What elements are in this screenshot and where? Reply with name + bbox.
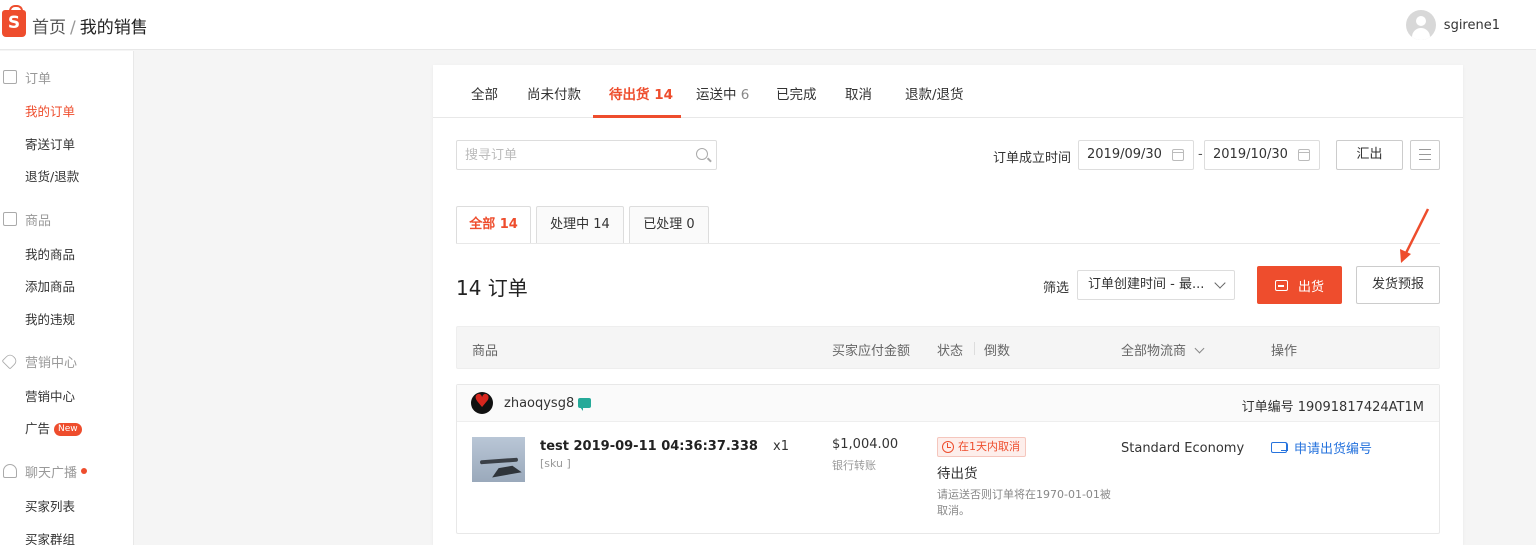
sort-select[interactable]: 订单创建时间 - 最... xyxy=(1077,270,1235,300)
tab-unpaid[interactable]: 尚未付款 xyxy=(527,83,581,103)
status-badge: 在1天内取消 xyxy=(937,437,1026,457)
user-menu[interactable]: sgirene1 xyxy=(1405,10,1500,40)
search-input[interactable] xyxy=(457,141,677,169)
orders-card: 全部 尚未付款 待出货 14 运送中 6 已完成 取消 退款/退货 订单成立时间… xyxy=(433,65,1463,545)
sidebar-item-add-product[interactable]: 添加商品 xyxy=(25,276,75,295)
sidebar: 订单 我的订单 寄送订单 退货/退款 商品 我的商品 添加商品 我的违规 营销中… xyxy=(0,51,134,545)
product-quantity: x1 xyxy=(773,439,789,454)
subtab-all[interactable]: 全部 14 xyxy=(456,206,531,244)
shipping-forecast-button[interactable]: 发货预报 xyxy=(1356,266,1440,304)
product-sku: [sku ] xyxy=(540,457,571,470)
breadcrumb-separator: / xyxy=(70,18,76,38)
product-name: test 2019-09-11 04:36:37.338 xyxy=(540,439,758,454)
chat-icon[interactable] xyxy=(578,398,591,411)
sidebar-item-violations[interactable]: 我的违规 xyxy=(25,309,75,328)
header-amount: 买家应付金额 xyxy=(832,344,911,359)
filter-label: 筛选 xyxy=(1043,281,1070,296)
tab-to-ship[interactable]: 待出货 14 xyxy=(609,83,673,103)
product-thumbnail[interactable] xyxy=(472,437,525,482)
search-icon[interactable] xyxy=(696,148,708,160)
ship-button[interactable]: 出货 xyxy=(1257,266,1342,304)
calendar-icon xyxy=(1172,149,1184,161)
sidebar-item-marketing-center[interactable]: 营销中心 xyxy=(25,386,75,405)
sidebar-item-ads[interactable]: 广告 New xyxy=(25,418,82,437)
sidebar-group-marketing: 营销中心 xyxy=(0,351,77,371)
menu-icon xyxy=(1419,149,1431,161)
subtab-processed[interactable]: 已处理 0 xyxy=(629,206,709,244)
bag-icon xyxy=(3,212,17,226)
order-amount: $1,004.00 xyxy=(832,437,899,452)
shipping-carrier: Standard Economy xyxy=(1121,441,1245,456)
search-box xyxy=(456,140,717,170)
subtab-processing[interactable]: 处理中 14 xyxy=(536,206,624,244)
sidebar-item-returns[interactable]: 退货/退款 xyxy=(25,166,79,185)
truck-icon xyxy=(1271,442,1288,453)
sidebar-item-buyer-groups[interactable]: 买家群组 xyxy=(25,529,75,545)
print-icon xyxy=(1274,279,1288,291)
chevron-down-icon xyxy=(1214,277,1226,289)
status-tabs: 全部 尚未付款 待出货 14 运送中 6 已完成 取消 退款/退货 xyxy=(433,65,1463,118)
header-countdown: 倒数 xyxy=(984,344,1011,359)
tab-completed[interactable]: 已完成 xyxy=(776,83,817,103)
header-action: 操作 xyxy=(1271,344,1298,359)
order-count: 14 订单 xyxy=(456,276,528,300)
header-status: 状态 xyxy=(937,344,964,359)
status-note: 请运送否则订单将在1970-01-01被取消。 xyxy=(937,488,1111,517)
calendar-icon xyxy=(1298,149,1310,161)
sidebar-item-my-orders[interactable]: 我的订单 xyxy=(25,101,75,120)
date-filter-label: 订单成立时间 xyxy=(993,151,1072,166)
carrier-filter[interactable]: 全部物流商 xyxy=(1121,340,1205,359)
apply-tracking-number-link[interactable]: 申请出货编号 xyxy=(1271,438,1372,457)
top-bar: S 首页 / 我的销售 sgirene1 xyxy=(0,0,1536,50)
breadcrumb-current: 我的销售 xyxy=(79,18,148,38)
breadcrumb-home[interactable]: 首页 xyxy=(32,18,66,38)
buyer-avatar[interactable] xyxy=(471,391,493,414)
tab-all[interactable]: 全部 xyxy=(471,83,498,103)
sidebar-item-buyer-list[interactable]: 买家列表 xyxy=(25,496,75,515)
clock-icon xyxy=(942,441,954,453)
payment-method: 银行转账 xyxy=(832,459,876,472)
order-status: 待出货 xyxy=(937,466,978,482)
notification-dot xyxy=(81,468,88,474)
clipboard-icon xyxy=(3,70,17,84)
sidebar-item-shipping-orders[interactable]: 寄送订单 xyxy=(25,134,75,153)
sidebar-group-products: 商品 xyxy=(0,209,51,229)
order-header: zhaoqysg8 订单编号 19091817424AT1M xyxy=(457,385,1439,422)
export-button[interactable]: 汇出 xyxy=(1336,140,1403,170)
sidebar-item-my-products[interactable]: 我的商品 xyxy=(25,244,75,263)
buyer-name[interactable]: zhaoqysg8 xyxy=(504,396,574,411)
avatar[interactable] xyxy=(1405,10,1436,40)
tab-refunds[interactable]: 退款/退货 xyxy=(905,83,964,103)
header-divider xyxy=(974,342,975,355)
sidebar-group-orders: 订单 xyxy=(0,67,51,87)
annotation-arrow-icon xyxy=(1400,208,1430,263)
order-number: 订单编号 19091817424AT1M xyxy=(1241,400,1424,415)
list-menu-button[interactable] xyxy=(1410,140,1440,170)
active-tab-indicator xyxy=(593,115,681,118)
chevron-down-icon xyxy=(1194,343,1205,354)
subtab-divider xyxy=(456,243,1440,244)
shopee-logo-icon[interactable]: S xyxy=(2,5,26,37)
person-icon xyxy=(3,464,17,478)
date-from-input[interactable]: 2019/09/30 xyxy=(1078,140,1194,170)
username[interactable]: sgirene1 xyxy=(1444,18,1500,33)
new-badge: New xyxy=(54,423,82,436)
header-product: 商品 xyxy=(472,344,499,359)
date-range-dash: - xyxy=(1198,147,1203,162)
orders-table-header: 商品 买家应付金额 状态 倒数 全部物流商 操作 xyxy=(456,326,1440,369)
tab-cancelled[interactable]: 取消 xyxy=(845,83,872,103)
tab-shipping[interactable]: 运送中 6 xyxy=(696,83,749,103)
tag-icon xyxy=(1,352,19,370)
order-card: zhaoqysg8 订单编号 19091817424AT1M test 2019… xyxy=(456,384,1440,534)
sidebar-group-chat: 聊天广播 xyxy=(0,461,88,481)
breadcrumb: 首页 / 我的销售 xyxy=(32,13,148,38)
date-to-input[interactable]: 2019/10/30 xyxy=(1204,140,1320,170)
